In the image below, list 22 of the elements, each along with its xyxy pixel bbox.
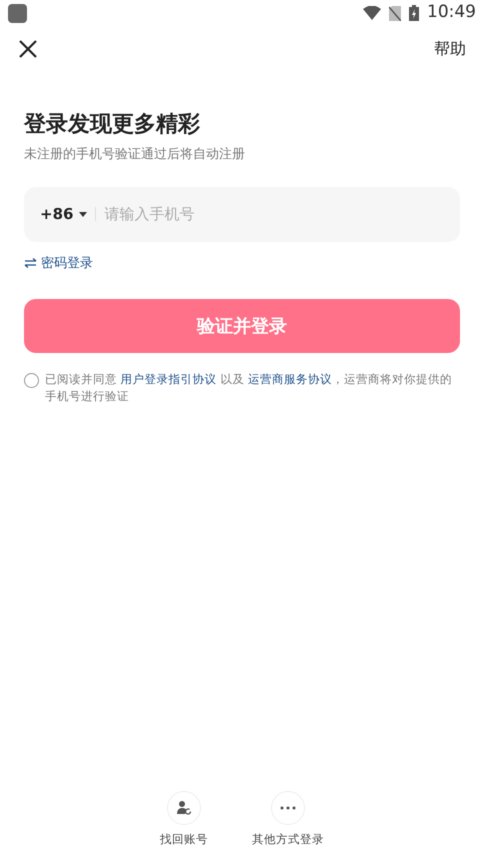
no-sim-icon — [389, 6, 401, 20]
page-title: 登录发现更多精彩 — [24, 111, 201, 139]
agreement-text: 已阅读并同意 用户登录指引协议 以及 运营商服务协议，运营商将对你提供的手机号进行验证 — [45, 371, 453, 405]
wifi-icon — [363, 6, 381, 20]
page-subtitle: 未注册的手机号验证通过后将自动注册 — [24, 146, 246, 164]
help-button[interactable]: 帮助 — [434, 37, 466, 61]
phone-field[interactable]: +86 请输入手机号 — [24, 186, 460, 242]
more-icon — [280, 806, 296, 810]
agreement-checkbox[interactable] — [24, 373, 39, 388]
battery-charging-icon — [409, 5, 419, 21]
country-code-selector[interactable]: +86 — [40, 202, 88, 226]
user-refresh-icon — [176, 800, 192, 816]
agreement-link[interactable]: 运营商服务协议 — [248, 372, 332, 386]
swap-icon — [24, 258, 37, 268]
status-time: 10:49 — [427, 1, 476, 24]
agreement-link[interactable]: 用户登录指引协议 — [120, 372, 217, 386]
close-button[interactable] — [18, 39, 38, 59]
login-option-button[interactable]: 找回账号 — [160, 790, 208, 848]
caret-icon — [79, 212, 88, 216]
login-option-button[interactable]: 其他方式登录 — [252, 790, 324, 848]
app-icon — [8, 4, 27, 22]
password-login-link[interactable]: 密码登录 — [24, 254, 93, 273]
